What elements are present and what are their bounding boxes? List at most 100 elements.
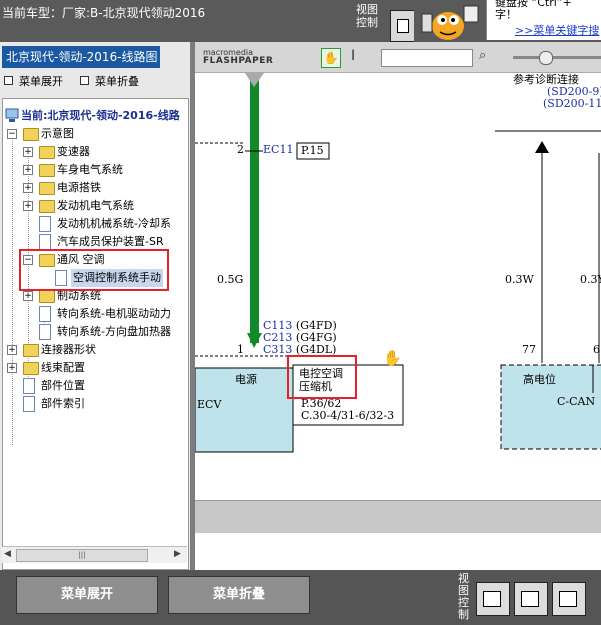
tip-box: 键盘按 “Ctrl”+ 字！ >>菜单关键字搜: [486, 0, 601, 40]
high-level-label: 高电位: [523, 373, 556, 386]
folder-icon: [39, 182, 55, 195]
ecv-label: ECV: [197, 398, 222, 411]
computer-icon: [5, 108, 19, 122]
pin-number-77: 77: [522, 343, 536, 356]
tree-label: 转向系统-电机驱动动力: [57, 307, 171, 320]
collapse-toggle-icon[interactable]: −: [7, 129, 17, 139]
tip-text-2: 字！: [495, 8, 517, 21]
tree-label: 变速器: [57, 145, 90, 158]
pin-number-6: 6: [593, 343, 600, 356]
document-icon: [39, 324, 51, 340]
folder-icon: [39, 164, 55, 177]
highlight-box: [19, 249, 169, 291]
vehicle-label: 当前车型：厂家:B-北京现代领动2016: [2, 6, 206, 20]
tree-label: 线束配置: [41, 361, 85, 374]
expand-toggle-icon[interactable]: +: [23, 291, 33, 301]
horizontal-scrollbar[interactable]: ◀ ||| ▶: [2, 546, 187, 563]
view-left-button[interactable]: [476, 582, 510, 616]
pin-number-1: 1: [237, 343, 244, 356]
sidebar-expand-label: 菜单展开: [19, 75, 63, 88]
mascot-icon: [414, 0, 484, 42]
viewer-toolbar: macromedia FLASHPAPER ✋ I ⌕: [195, 42, 601, 73]
panel-icon: [397, 19, 409, 33]
document-icon: [39, 306, 51, 322]
tree-label: 部件位置: [41, 379, 85, 392]
view-split-button[interactable]: [514, 582, 548, 616]
menu-expand-button[interactable]: 菜单展开: [16, 576, 158, 614]
tree-view: 当前:北京现代-领动-2016-线路 − 示意图 + 变速器 + 车身电气系统 …: [2, 98, 189, 570]
tree-label: 连接器形状: [41, 343, 96, 356]
view-control-label: 视图控制: [356, 3, 378, 29]
sidebar-collapse-button[interactable]: 菜单折叠: [80, 73, 139, 89]
page-ref-p15: P.15: [301, 144, 324, 157]
document-icon: [23, 396, 35, 412]
search-input[interactable]: [381, 49, 473, 67]
document-icon: [39, 216, 51, 232]
connector-ec11: EC11: [263, 143, 294, 156]
folder-icon: [39, 290, 55, 303]
menu-keyword-search-link[interactable]: >>菜单关键字搜: [515, 24, 599, 37]
hand-cursor-icon: ✋: [383, 349, 402, 367]
tree-label: 发动机机械系统-冷却系: [57, 217, 171, 230]
scroll-left-icon[interactable]: ◀: [4, 549, 11, 559]
ref-sd200-11: (SD200-11: [543, 97, 601, 110]
zoom-slider[interactable]: [513, 56, 601, 59]
tree-label: 电源搭铁: [57, 181, 101, 194]
wiring-diagram[interactable]: 参考诊断连接 (SD200-9) (SD200-11 2 EC11 P.15 0…: [195, 73, 601, 503]
search-icon[interactable]: ⌕: [479, 48, 486, 63]
logo-big-text: FLASHPAPER: [203, 56, 274, 66]
sidebar-collapse-label: 菜单折叠: [95, 75, 139, 88]
text-select-icon[interactable]: I: [351, 48, 355, 64]
folder-icon: [39, 200, 55, 213]
sidebar: 北京现代-领动-2016-线路图 菜单展开 菜单折叠 当前:北京现代-领动-20…: [0, 42, 190, 570]
tree-label: 示意图: [41, 127, 74, 140]
page-ref-c30: C.30-4/31-6/32-3: [301, 409, 395, 422]
sidebar-expand-button[interactable]: 菜单展开: [4, 73, 63, 89]
compressor-label-2: 压缩机: [299, 380, 332, 393]
scroll-thumb[interactable]: |||: [16, 549, 148, 562]
diagram-lines: [195, 73, 601, 453]
collapse-icon: [80, 76, 89, 85]
bottom-bar: 菜单展开 菜单折叠 视图控制: [0, 570, 601, 625]
expand-toggle-icon[interactable]: +: [7, 345, 17, 355]
expand-toggle-icon[interactable]: +: [23, 147, 33, 157]
menu-collapse-button[interactable]: 菜单折叠: [168, 576, 310, 614]
flashpaper-logo: macromedia FLASHPAPER: [203, 48, 273, 66]
zoom-slider-thumb[interactable]: [539, 51, 553, 65]
tree-label: 发动机电气系统: [57, 199, 134, 212]
folder-icon: [39, 146, 55, 159]
sidebar-title: 北京现代-领动-2016-线路图: [2, 46, 160, 68]
wire-03y: 0.3Y: [580, 273, 601, 286]
expand-toggle-icon[interactable]: +: [23, 183, 33, 193]
tree-label: 转向系统-方向盘加热器: [57, 325, 171, 338]
folder-icon: [23, 344, 39, 357]
scroll-right-icon[interactable]: ▶: [174, 549, 181, 559]
document-viewer: macromedia FLASHPAPER ✋ I ⌕ 参考诊断连接 (SD20…: [195, 42, 601, 570]
panel-left-icon: [559, 591, 577, 607]
panel-split-icon: [521, 591, 539, 607]
document-icon: [39, 234, 51, 250]
expand-toggle-icon[interactable]: +: [23, 165, 33, 175]
view-control-label: 视图控制: [458, 572, 469, 621]
tree-line: [12, 133, 13, 445]
hand-tool-icon[interactable]: ✋: [321, 48, 341, 68]
wire-03w: 0.3W: [505, 273, 534, 286]
expand-toggle-icon[interactable]: +: [7, 363, 17, 373]
folder-icon: [23, 362, 39, 375]
wire-05g: 0.5G: [217, 273, 244, 286]
tree-root-label: 当前:北京现代-领动-2016-线路: [21, 109, 180, 122]
expand-icon: [4, 76, 13, 85]
folder-open-icon: [23, 128, 39, 141]
connector-c313: C313: [263, 343, 293, 356]
top-bar: 当前车型：厂家:B-北京现代领动2016 视图控制 键盘按 “Ctrl”+ 字！…: [0, 0, 601, 42]
tree-label: 部件索引: [41, 397, 85, 410]
expand-toggle-icon[interactable]: +: [23, 201, 33, 211]
view-right-button[interactable]: [552, 582, 586, 616]
page-gap: [195, 500, 601, 533]
document-icon: [23, 378, 35, 394]
pin-number-2: 2: [237, 143, 244, 156]
connector-c313-note: (G4DL): [295, 343, 337, 356]
power-label: 电源: [235, 373, 257, 386]
tree-label: 车身电气系统: [57, 163, 123, 176]
panel-right-icon: [483, 591, 501, 607]
